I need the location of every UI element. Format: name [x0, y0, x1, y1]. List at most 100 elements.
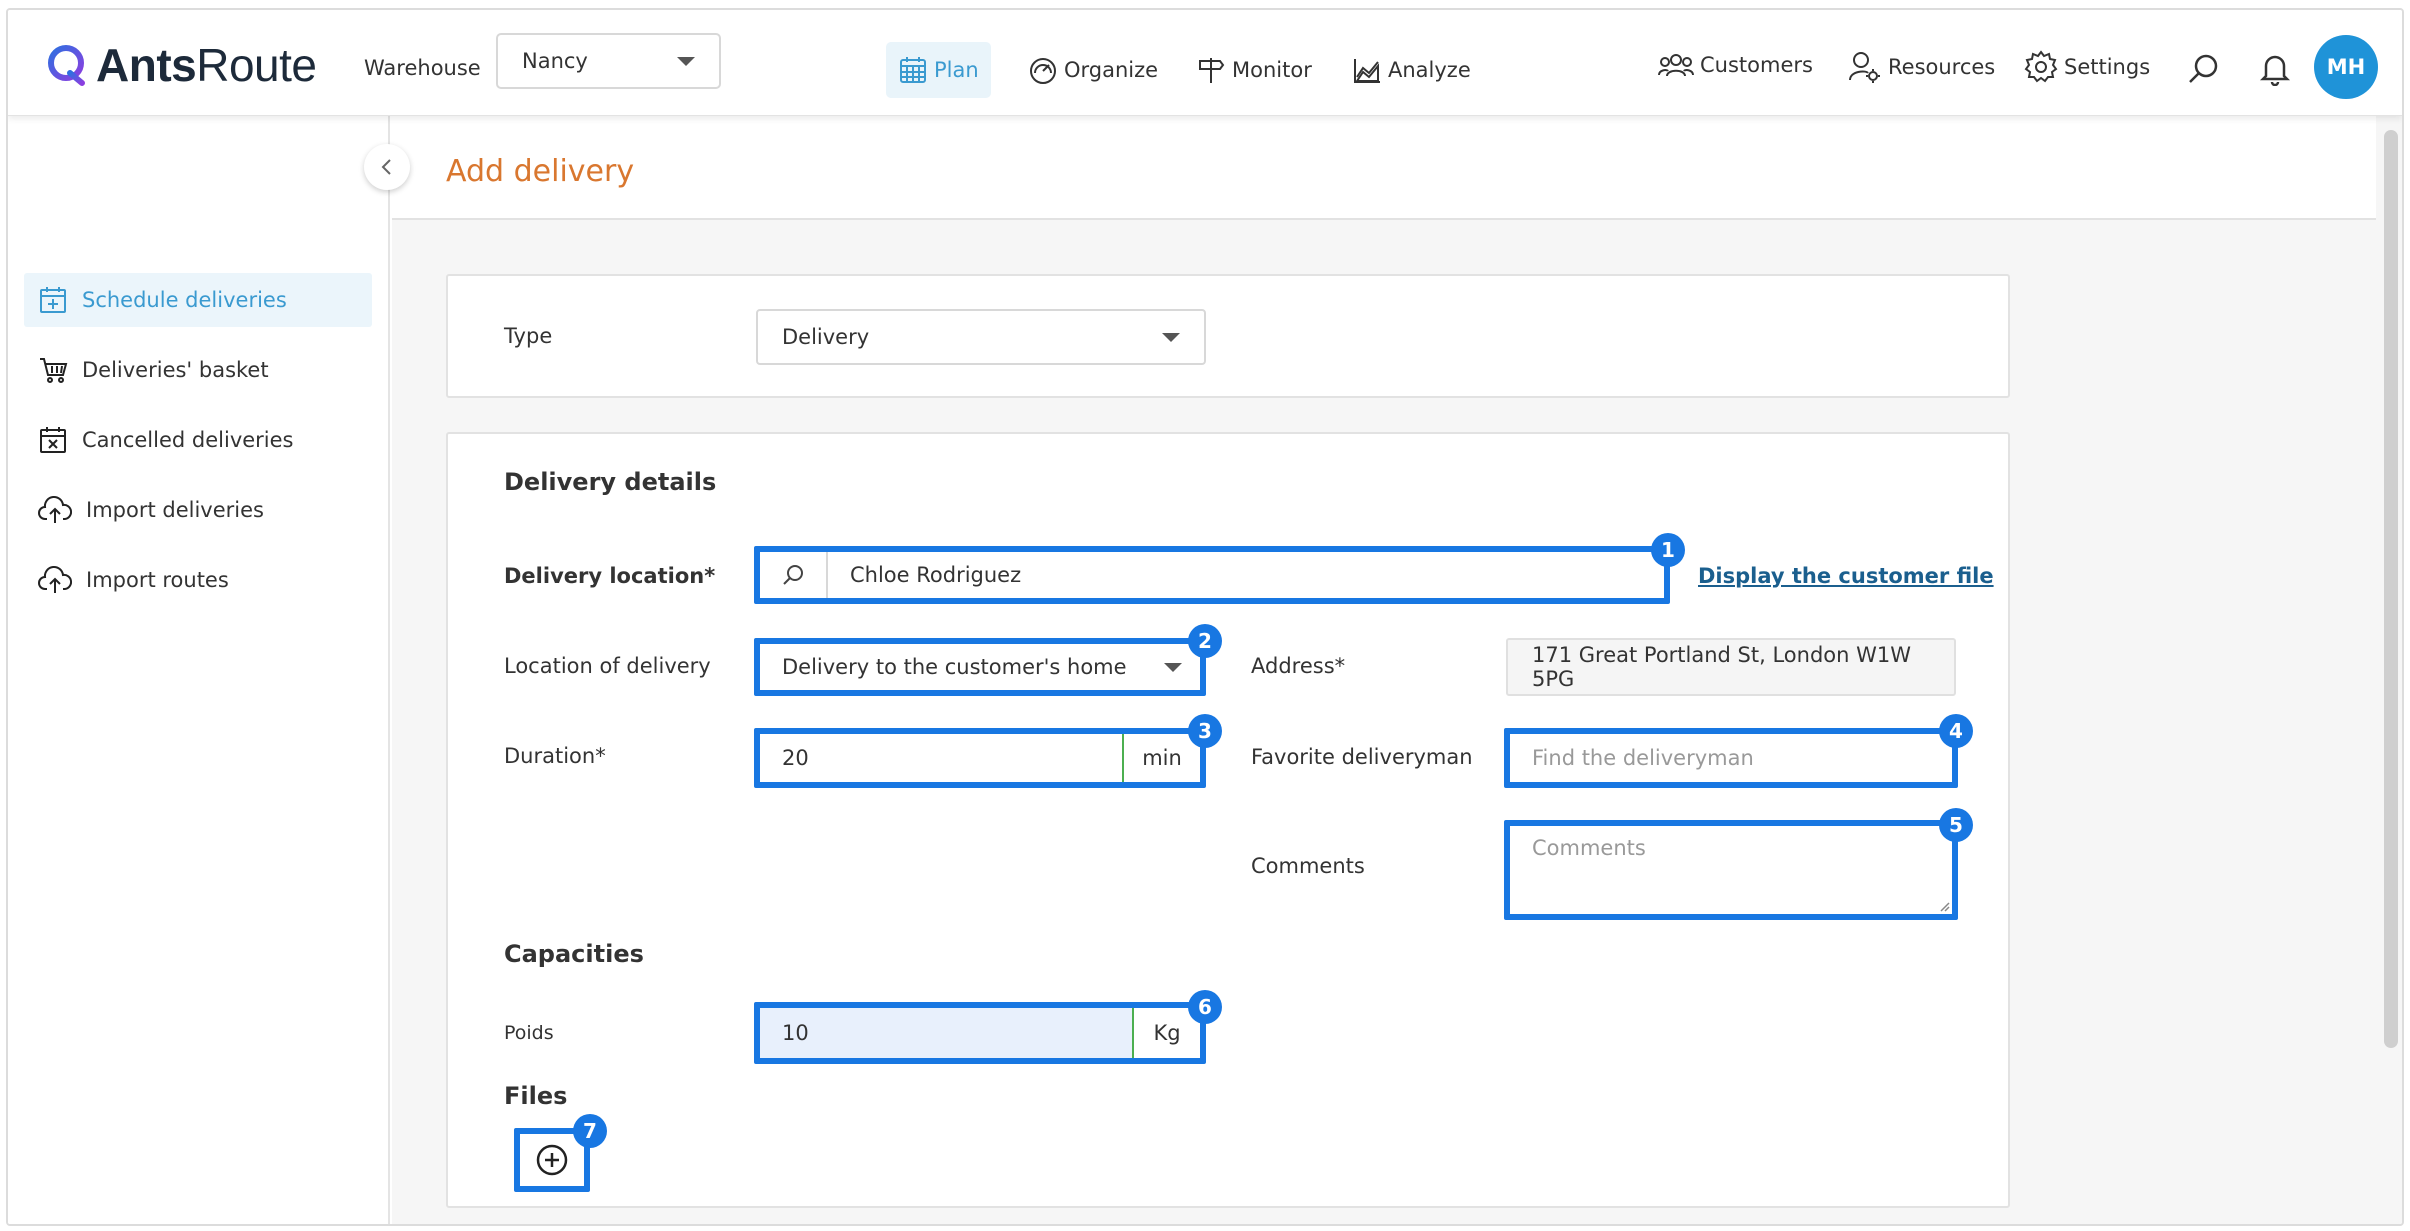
sidebar-item-label: Cancelled deliveries: [82, 428, 294, 452]
sidebar: Schedule deliveries Deliveries' basket C…: [8, 116, 390, 1224]
annotation-badge-6: 6: [1188, 990, 1222, 1024]
search-icon: [783, 565, 803, 585]
sidebar-item-schedule-deliveries[interactable]: Schedule deliveries: [24, 273, 372, 327]
type-card: Type Delivery: [446, 274, 2010, 398]
sidebar-item-import-deliveries[interactable]: Import deliveries: [24, 483, 372, 537]
sidebar-item-label: Deliveries' basket: [82, 358, 269, 382]
logo-text: AntsRoute: [96, 39, 317, 91]
poids-input[interactable]: 10 Kg: [754, 1002, 1206, 1064]
page-title: Add delivery: [446, 154, 635, 189]
nav-analyze[interactable]: Analyze: [1340, 42, 1483, 98]
nav-organize[interactable]: Organize: [1016, 42, 1170, 98]
sidebar-item-import-routes[interactable]: Import routes: [24, 553, 372, 607]
logo-icon: [48, 45, 85, 86]
comments-label: Comments: [1251, 854, 1365, 878]
signpost-icon: [1199, 58, 1225, 83]
duration-input[interactable]: 20 min: [754, 728, 1206, 788]
duration-label: Duration*: [504, 744, 606, 768]
annotation-badge-5: 5: [1939, 808, 1973, 842]
delivery-location-input[interactable]: Chloe Rodriguez: [754, 546, 1670, 604]
calendar-grid-icon: [900, 57, 926, 83]
main-content: Add delivery Type Delivery Delivery deta…: [392, 116, 2402, 1224]
user-avatar[interactable]: MH: [2314, 35, 2378, 99]
files-title: Files: [504, 1082, 568, 1110]
chevron-down-icon: [1164, 662, 1182, 672]
comments-placeholder: Comments: [1532, 836, 1646, 860]
nav-customers[interactable]: Customers: [1658, 50, 1813, 80]
app-window: AntsRoute Warehouse Nancy Plan Organize: [6, 8, 2404, 1226]
delivery-details-title: Delivery details: [504, 468, 717, 496]
poids-label: Poids: [504, 1022, 554, 1044]
warehouse-value: Nancy: [522, 49, 588, 73]
notifications-button[interactable]: [2259, 52, 2291, 90]
nav-plan-label: Plan: [934, 58, 979, 82]
nav-organize-label: Organize: [1064, 58, 1159, 82]
display-customer-file-link[interactable]: Display the customer file: [1698, 564, 1994, 588]
collapse-sidebar-button[interactable]: [364, 144, 410, 190]
nav-analyze-label: Analyze: [1388, 58, 1471, 82]
favorite-deliveryman-input[interactable]: Find the deliveryman: [1504, 728, 1958, 788]
address-label: Address*: [1251, 654, 1346, 678]
calendar-x-icon: [40, 427, 66, 453]
poids-value: 10: [782, 1021, 809, 1045]
speedometer-icon: [1030, 58, 1056, 84]
favorite-deliveryman-label: Favorite deliveryman: [1251, 745, 1473, 769]
delivery-location-label: Delivery location*: [504, 564, 716, 588]
cloud-upload-icon: [38, 566, 72, 593]
annotation-badge-3: 3: [1188, 714, 1222, 748]
chevron-down-icon: [677, 56, 695, 66]
annotation-badge-1: 1: [1651, 533, 1685, 567]
annotation-badge-7: 7: [573, 1114, 607, 1148]
chevron-down-icon: [1162, 332, 1180, 342]
duration-unit: min: [1122, 734, 1200, 782]
sidebar-item-label: Import routes: [86, 568, 229, 592]
nav-monitor-label: Monitor: [1232, 58, 1312, 82]
delivery-details-card: Delivery details Delivery location* Chlo…: [446, 432, 2010, 1208]
chevron-left-icon: [381, 159, 391, 175]
users-icon: [1658, 54, 1694, 77]
favorite-deliveryman-placeholder: Find the deliveryman: [1532, 746, 1754, 770]
nav-resources-label: Resources: [1888, 55, 1996, 79]
resize-handle-icon[interactable]: [1938, 900, 1950, 912]
duration-value: 20: [782, 746, 809, 770]
nav-resources[interactable]: Resources: [1848, 50, 1995, 84]
warehouse-label: Warehouse: [364, 56, 481, 80]
comments-textarea[interactable]: Comments: [1504, 820, 1958, 920]
nav-monitor[interactable]: Monitor: [1184, 42, 1324, 98]
address-field: 171 Great Portland St, London W1W 5PG: [1506, 638, 1956, 696]
location-search-button[interactable]: [760, 552, 828, 598]
user-gear-icon: [1849, 52, 1880, 83]
antsroute-logo[interactable]: AntsRoute: [44, 38, 317, 92]
annotation-badge-4: 4: [1939, 714, 1973, 748]
vertical-scrollbar[interactable]: [2384, 130, 2398, 1048]
location-of-delivery-select[interactable]: Delivery to the customer's home: [754, 638, 1206, 696]
cloud-upload-icon: [38, 496, 72, 523]
gear-icon: [2024, 50, 2058, 83]
warehouse-select[interactable]: Nancy: [496, 33, 721, 89]
location-of-delivery-value: Delivery to the customer's home: [782, 655, 1127, 679]
calendar-plus-icon: [40, 287, 66, 313]
annotation-badge-2: 2: [1188, 624, 1222, 658]
basket-icon: [40, 358, 68, 383]
type-value: Delivery: [782, 325, 870, 349]
delivery-location-value: Chloe Rodriguez: [850, 563, 1022, 587]
plus-circle-icon: [536, 1144, 568, 1176]
search-button[interactable]: [2186, 52, 2220, 90]
page-header: Add delivery: [392, 116, 2376, 220]
sidebar-item-cancelled-deliveries[interactable]: Cancelled deliveries: [24, 413, 372, 467]
chart-line-icon: [1354, 59, 1380, 83]
sidebar-item-label: Schedule deliveries: [82, 288, 287, 312]
top-navigation-bar: AntsRoute Warehouse Nancy Plan Organize: [8, 10, 2402, 116]
nav-settings-label: Settings: [2064, 55, 2151, 79]
type-label: Type: [504, 324, 553, 348]
search-icon: [2189, 54, 2218, 83]
bell-icon: [2259, 55, 2291, 87]
location-of-delivery-label: Location of delivery: [504, 654, 711, 678]
sidebar-item-label: Import deliveries: [86, 498, 264, 522]
nav-plan[interactable]: Plan: [886, 42, 991, 98]
sidebar-item-deliveries-basket[interactable]: Deliveries' basket: [24, 343, 372, 397]
type-select[interactable]: Delivery: [756, 309, 1206, 365]
nav-customers-label: Customers: [1700, 53, 1813, 77]
capacities-title: Capacities: [504, 940, 644, 968]
nav-settings[interactable]: Settings: [2024, 50, 2150, 84]
